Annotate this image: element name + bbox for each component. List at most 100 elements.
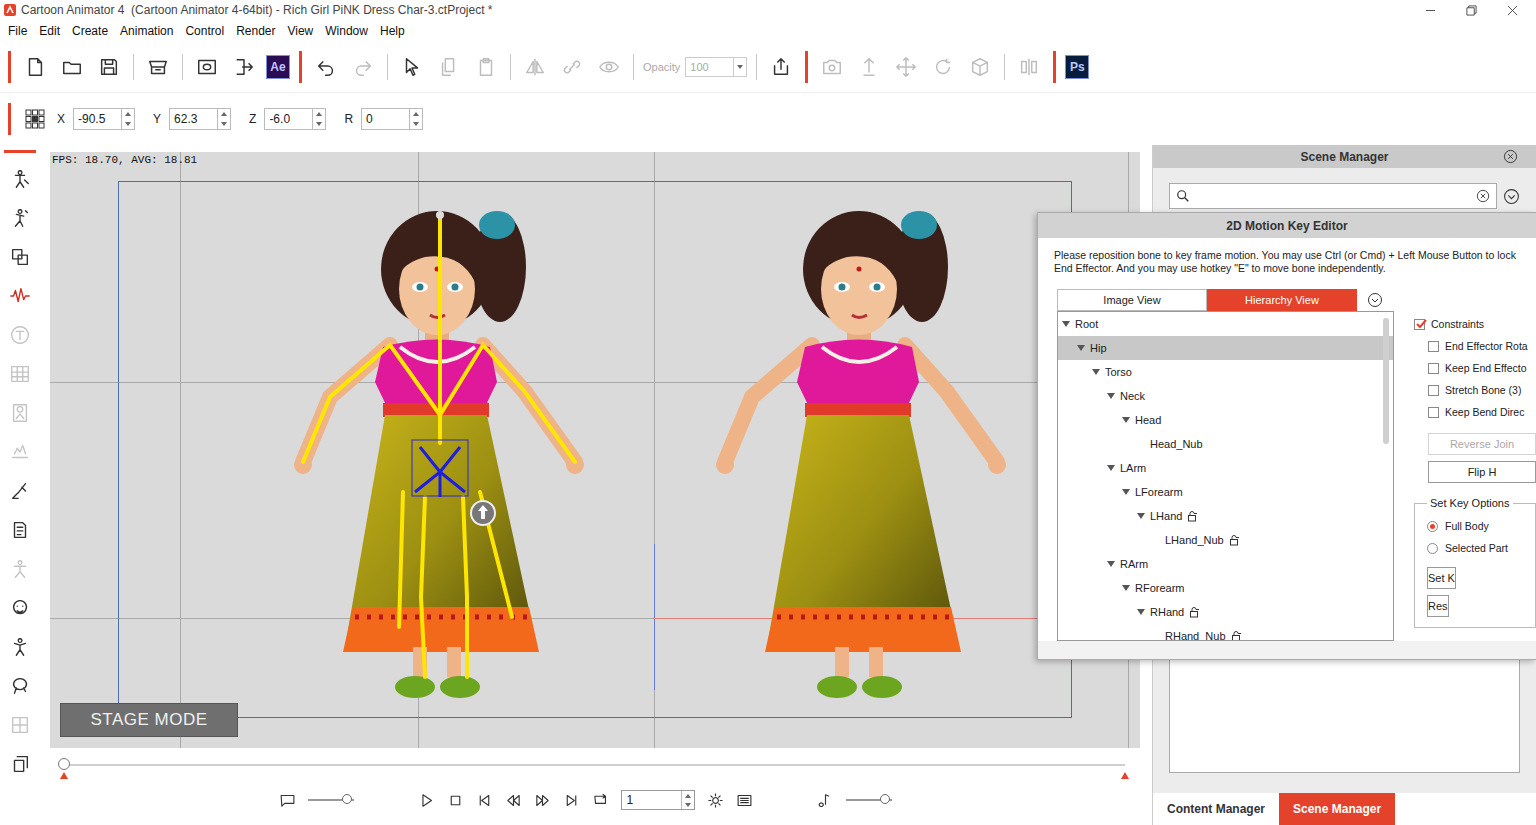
side-tool-button[interactable]: [7, 672, 34, 699]
toolbar-button[interactable]: [397, 52, 427, 82]
spin-buttons[interactable]: [217, 109, 230, 129]
side-tool-button[interactable]: [7, 399, 34, 426]
app-link-logo[interactable]: Ae: [266, 55, 290, 79]
tree-item[interactable]: Head: [1058, 408, 1393, 432]
side-tool-button[interactable]: [7, 555, 34, 582]
toolbar-button[interactable]: [557, 52, 587, 82]
expand-arrow-icon[interactable]: [1077, 344, 1085, 352]
tree-item[interactable]: RForearm: [1058, 576, 1393, 600]
transform-input[interactable]: 0: [361, 108, 423, 130]
toolbar-button[interactable]: [891, 52, 921, 82]
view-tab[interactable]: Hierarchy View: [1207, 289, 1357, 311]
close-icon[interactable]: [1507, 5, 1518, 16]
minimize-icon[interactable]: [1425, 5, 1436, 16]
expand-arrow-icon[interactable]: [1152, 632, 1160, 640]
menu-item[interactable]: Edit: [33, 22, 66, 40]
tree-item[interactable]: Torso: [1058, 360, 1393, 384]
constraints-checkbox[interactable]: Constraints: [1414, 313, 1536, 335]
lock-icon[interactable]: [1231, 630, 1243, 641]
menu-item[interactable]: Render: [230, 22, 281, 40]
scrubber-knob[interactable]: [58, 758, 70, 770]
tree-item[interactable]: LHand_Nub: [1058, 528, 1393, 552]
toolbar-button[interactable]: [1014, 52, 1044, 82]
menu-item[interactable]: Window: [319, 22, 374, 40]
menu-item[interactable]: Control: [179, 22, 230, 40]
toolbar-button[interactable]: [311, 52, 341, 82]
toolbar-button[interactable]: [854, 52, 884, 82]
close-circle-icon[interactable]: [1503, 149, 1518, 164]
toolbar-button[interactable]: [434, 52, 464, 82]
play-icon[interactable]: [418, 792, 435, 809]
menu-item[interactable]: File: [2, 22, 33, 40]
spin-buttons[interactable]: [121, 109, 134, 129]
expand-arrow-icon[interactable]: [1137, 608, 1145, 616]
settings-gear-icon[interactable]: [707, 792, 724, 809]
restore-icon[interactable]: [1466, 5, 1477, 16]
previous-frame-icon[interactable]: [505, 792, 522, 809]
loop-icon[interactable]: [592, 792, 609, 809]
spin-buttons[interactable]: [312, 109, 325, 129]
toolbar-button[interactable]: [192, 52, 222, 82]
view-tab[interactable]: Image View: [1057, 289, 1207, 311]
caption-slider[interactable]: [308, 799, 354, 801]
side-tool-button[interactable]: [7, 477, 34, 504]
range-start-marker[interactable]: [60, 772, 68, 779]
set-key-radio[interactable]: Full Body: [1427, 515, 1535, 537]
expand-arrow-icon[interactable]: [1137, 440, 1145, 448]
toolbar-button[interactable]: [928, 52, 958, 82]
expand-arrow-icon[interactable]: [1122, 488, 1130, 496]
dialog-button[interactable]: Flip H: [1428, 461, 1536, 483]
view-dropdown-icon[interactable]: [1367, 292, 1383, 308]
list-icon[interactable]: [736, 792, 753, 809]
expand-arrow-icon[interactable]: [1137, 512, 1145, 520]
expand-arrow-icon[interactable]: [1122, 416, 1130, 424]
clear-search-icon[interactable]: [1476, 189, 1490, 203]
panel-tab[interactable]: Content Manager: [1153, 793, 1279, 825]
side-tool-button[interactable]: [7, 594, 34, 621]
tree-item[interactable]: Head_Nub: [1058, 432, 1393, 456]
toolbar-button[interactable]: [594, 52, 624, 82]
caption-icon[interactable]: [279, 792, 296, 809]
toolbar-button[interactable]: [965, 52, 995, 82]
toolbar-button[interactable]: [143, 52, 173, 82]
side-tool-button[interactable]: [7, 165, 34, 192]
lock-icon[interactable]: [1187, 510, 1199, 522]
bone-skeleton[interactable]: [303, 211, 575, 677]
expand-arrow-icon[interactable]: [1107, 560, 1115, 568]
lock-icon[interactable]: [1229, 534, 1241, 546]
tree-item[interactable]: Root: [1058, 312, 1393, 336]
pivot-grid-icon[interactable]: [25, 109, 45, 129]
tree-item[interactable]: LForearm: [1058, 480, 1393, 504]
panel-tab[interactable]: Scene Manager: [1279, 793, 1395, 825]
expand-arrow-icon[interactable]: [1122, 584, 1130, 592]
toolbar-button[interactable]: [94, 52, 124, 82]
menu-item[interactable]: Help: [374, 22, 411, 40]
side-tool-button[interactable]: [7, 516, 34, 543]
constraint-option[interactable]: End Effector Rota: [1414, 335, 1536, 357]
timeline-scrubber[interactable]: [50, 748, 1140, 778]
transform-input[interactable]: -90.5: [73, 108, 135, 130]
tree-item[interactable]: RHand: [1058, 600, 1393, 624]
expand-arrow-icon[interactable]: [1107, 464, 1115, 472]
music-note-icon[interactable]: [817, 792, 834, 809]
toolbar-button[interactable]: [817, 52, 847, 82]
set-key-radio[interactable]: Selected Part: [1427, 537, 1535, 559]
transform-input[interactable]: -6.0: [264, 108, 326, 130]
expand-arrow-icon[interactable]: [1062, 320, 1070, 328]
menu-item[interactable]: View: [281, 22, 319, 40]
menu-item[interactable]: Animation: [114, 22, 179, 40]
app-link-logo[interactable]: Ps: [1065, 55, 1089, 79]
toolbar-button[interactable]: [766, 52, 796, 82]
expand-arrow-icon[interactable]: [1092, 368, 1100, 376]
range-end-marker[interactable]: [1121, 772, 1129, 779]
side-tool-button[interactable]: [7, 243, 34, 270]
side-tool-button[interactable]: [7, 282, 34, 309]
side-tool-button[interactable]: [7, 321, 34, 348]
transform-input[interactable]: 62.3: [169, 108, 231, 130]
tree-item[interactable]: Neck: [1058, 384, 1393, 408]
lock-icon[interactable]: [1189, 606, 1201, 618]
stage-viewport[interactable]: FPS: 18.70, AVG: 18.81STAGE MODE: [50, 152, 1140, 748]
character[interactable]: [697, 207, 1027, 707]
tree-item[interactable]: LHand: [1058, 504, 1393, 528]
toolbar-button[interactable]: [348, 52, 378, 82]
